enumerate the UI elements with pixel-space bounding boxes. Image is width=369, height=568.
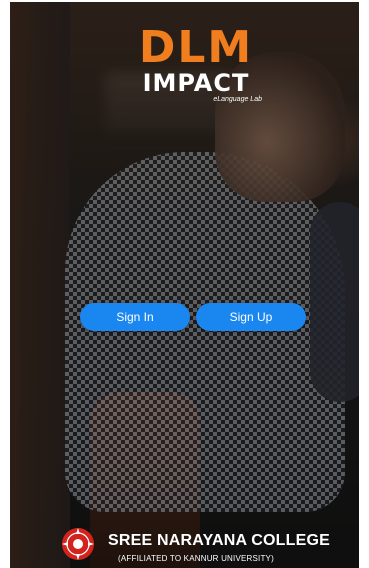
college-footer: SREE NARAYANA COLLEGE (AFFILIATED TO KAN…	[10, 522, 359, 568]
college-name: SREE NARAYANA COLLEGE	[108, 532, 331, 549]
logo-secondary-text: IMPACT	[142, 69, 250, 97]
sign-in-button[interactable]: Sign In	[80, 303, 190, 331]
college-affiliation: (AFFILIATED TO KANNUR UNIVERSITY)	[118, 554, 274, 563]
sign-up-button[interactable]: Sign Up	[196, 303, 306, 331]
app-screen: DLM IMPACT eLanguage Lab Sign In Sign Up…	[10, 2, 359, 568]
logo-main-text: DLM	[138, 22, 254, 73]
college-emblem-icon	[62, 528, 94, 560]
logo-tagline: eLanguage Lab	[213, 96, 262, 103]
app-logo: DLM IMPACT eLanguage Lab	[116, 26, 276, 104]
